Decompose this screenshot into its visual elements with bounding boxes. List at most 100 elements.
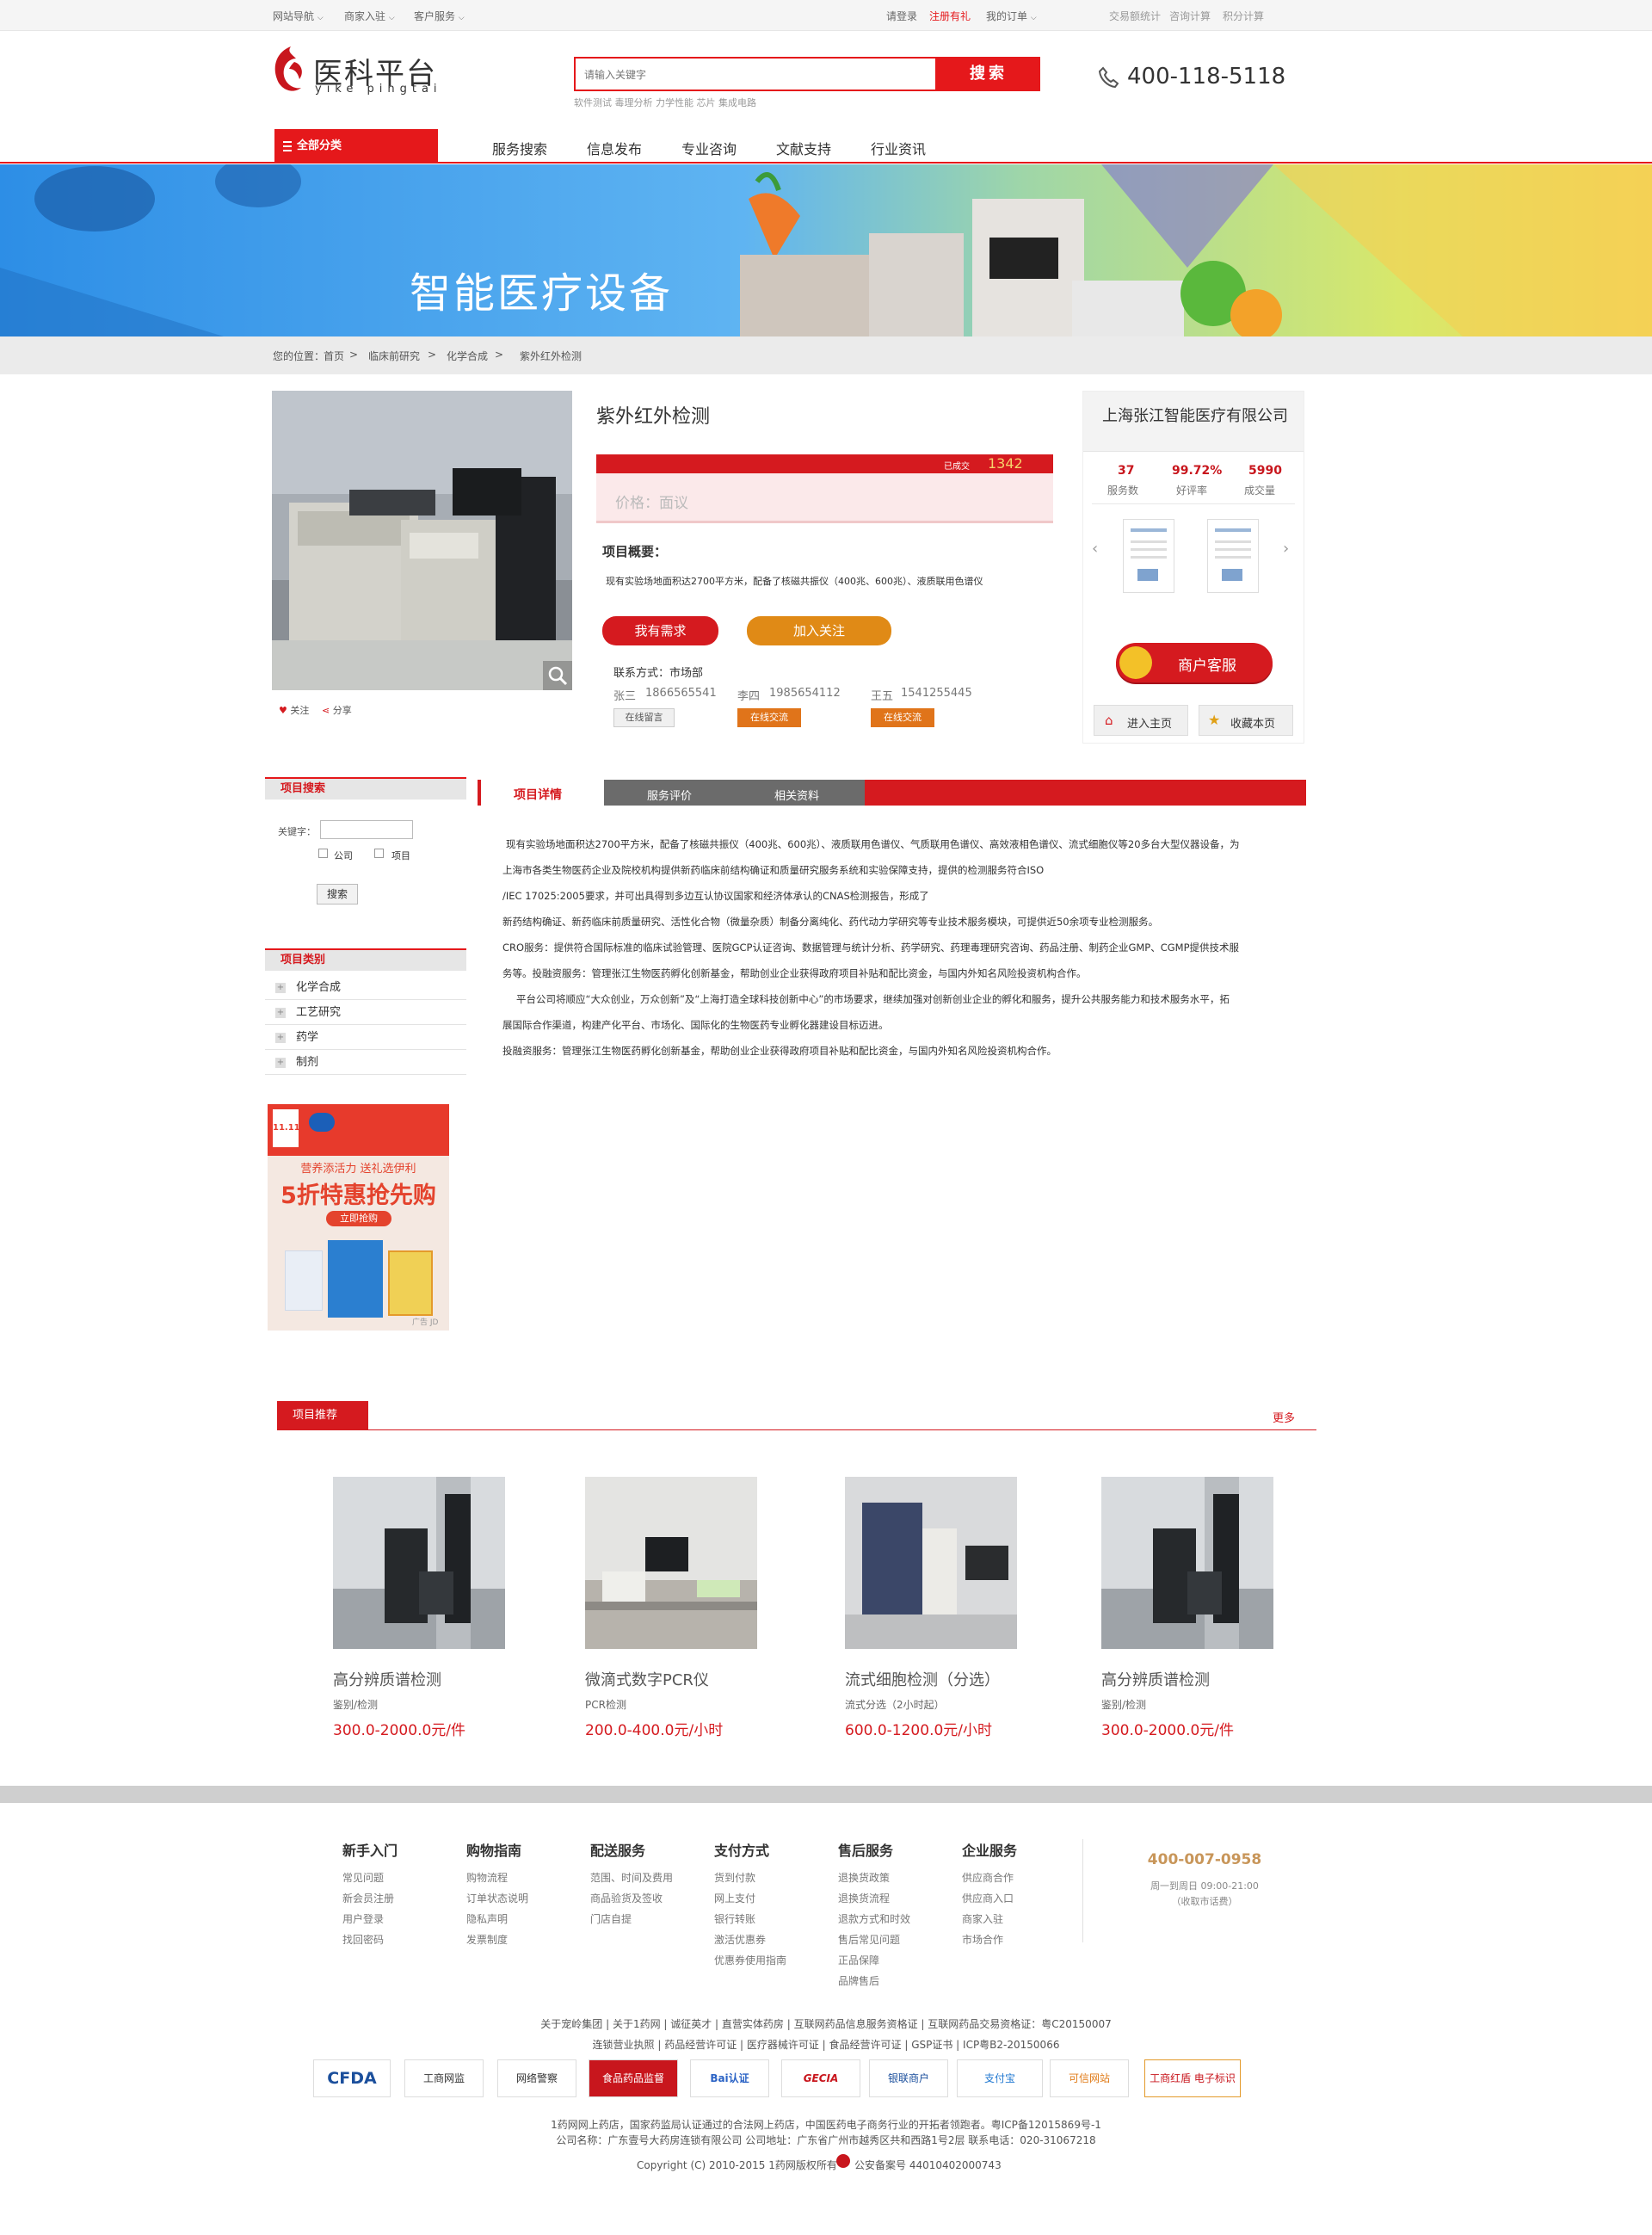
online-chat-button[interactable]: 在线交流 — [737, 708, 801, 727]
product-image[interactable] — [272, 391, 572, 690]
footer-link[interactable]: 退换货流程 — [838, 1891, 890, 1905]
merchant-join-link[interactable]: 商家入驻 ⌵ — [344, 9, 395, 23]
cert-badge[interactable]: 可信网站 — [1050, 2059, 1129, 2097]
recommend-image[interactable] — [585, 1477, 757, 1649]
hero-banner[interactable]: 智能医疗设备 — [0, 164, 1652, 336]
sidebar-category-item[interactable]: + 制剂 — [265, 1051, 466, 1075]
certificate-thumb[interactable] — [1207, 519, 1259, 593]
footer-license-row[interactable]: 连锁营业执照 | 药品经营许可证 | 医疗器械许可证 | 食品经营许可证 | G… — [0, 2037, 1652, 2052]
certificate-thumb[interactable] — [1123, 519, 1174, 593]
cert-badge[interactable]: 工商网监 — [404, 2059, 484, 2097]
sidebar-category-item[interactable]: + 工艺研究 — [265, 1001, 466, 1025]
nav-item-consulting[interactable]: 专业咨询 — [681, 138, 737, 158]
cert-badge[interactable]: 银联商户 — [869, 2059, 948, 2097]
footer-links-row[interactable]: 关于宠岭集团 | 关于1药网 | 诚征英才 | 直营实体药房 | 互联网药品信息… — [0, 2016, 1652, 2031]
sidebar-category-item[interactable]: + 药学 — [265, 1026, 466, 1050]
follow-link[interactable]: ♥ 关注 — [279, 703, 309, 717]
search-input[interactable] — [584, 66, 920, 83]
chevron-left-icon[interactable]: ‹ — [1092, 540, 1098, 558]
recommend-name[interactable]: 微滴式数字PCR仪 — [585, 1668, 709, 1690]
cert-badge[interactable]: GECIA — [781, 2059, 860, 2097]
merchant-service-button[interactable]: 商户客服 — [1116, 643, 1273, 682]
hot-keywords[interactable]: 软件测试 毒理分析 力学性能 芯片 集成电路 — [574, 96, 756, 109]
recommend-name[interactable]: 流式细胞检测（分选） — [845, 1668, 1000, 1690]
footer-link[interactable]: 货到付款 — [714, 1870, 755, 1885]
online-message-button[interactable]: 在线留言 — [613, 708, 675, 727]
login-link[interactable]: 请登录 — [886, 9, 917, 23]
online-chat-button[interactable]: 在线交流 — [871, 708, 934, 727]
footer-link[interactable]: 供应商入口 — [962, 1891, 1014, 1905]
footer-link[interactable]: 订单状态说明 — [466, 1891, 528, 1905]
recommend-card[interactable]: 微滴式数字PCR仪 PCR检测 200.0-400.0元/小时 — [585, 1477, 792, 1744]
footer-link[interactable]: 网上支付 — [714, 1891, 755, 1905]
breadcrumb-home[interactable]: 首页 — [324, 349, 344, 363]
cert-badge[interactable]: 食品药品监督 — [589, 2059, 678, 2097]
tab-project-detail[interactable]: 项目详情 — [478, 780, 604, 806]
footer-link[interactable]: 隐私声明 — [466, 1911, 508, 1926]
footer-link[interactable]: 新会员注册 — [342, 1891, 394, 1905]
all-categories-button[interactable]: 全部分类 — [274, 129, 438, 164]
sidebar-search-button[interactable]: 搜索 — [317, 884, 358, 904]
footer-link[interactable]: 范围、时间及费用 — [590, 1870, 673, 1885]
recommend-image[interactable] — [845, 1477, 1017, 1649]
footer-link[interactable]: 激活优惠券 — [714, 1932, 766, 1947]
sidebar-ad[interactable]: 11.11 营养添活力 送礼选伊利 5折特惠抢先购 立即抢购 广告 JD — [268, 1104, 449, 1331]
customer-service-link[interactable]: 客户服务 ⌵ — [414, 9, 465, 23]
footer-link[interactable]: 市场合作 — [962, 1932, 1003, 1947]
points-count-link[interactable]: 积分计算 — [1223, 9, 1264, 23]
cert-badge[interactable]: 网络警察 — [497, 2059, 576, 2097]
recommend-more-link[interactable]: 更多 — [1273, 1409, 1295, 1425]
enter-homepage-button[interactable]: ⌂ 进入主页 — [1094, 705, 1188, 736]
nav-item-info-publish[interactable]: 信息发布 — [587, 138, 642, 158]
footer-link[interactable]: 售后常见问题 — [838, 1932, 900, 1947]
footer-link[interactable]: 购物流程 — [466, 1870, 508, 1885]
cert-badge[interactable]: Bai认证 — [690, 2059, 769, 2097]
footer-link[interactable]: 用户登录 — [342, 1911, 384, 1926]
footer-link[interactable]: 供应商合作 — [962, 1870, 1014, 1885]
footer-link[interactable]: 优惠券使用指南 — [714, 1953, 786, 1967]
search-button[interactable]: 搜索 — [937, 57, 1040, 91]
footer-link[interactable]: 常见问题 — [342, 1870, 384, 1885]
register-link[interactable]: 注册有礼 — [929, 9, 971, 23]
footer-link[interactable]: 退换货政策 — [838, 1870, 890, 1885]
trade-stats-link[interactable]: 交易额统计 — [1109, 9, 1161, 23]
tab-related-docs[interactable]: 相关资料 — [731, 780, 865, 806]
chevron-right-icon[interactable]: › — [1283, 540, 1289, 558]
my-orders-link[interactable]: 我的订单 ⌵ — [986, 9, 1037, 23]
bookmark-page-button[interactable]: ★ 收藏本页 — [1199, 705, 1293, 736]
footer-link[interactable]: 找回密码 — [342, 1932, 384, 1947]
logo-icon[interactable] — [268, 43, 308, 98]
footer-link[interactable]: 发票制度 — [466, 1932, 508, 1947]
nav-item-literature[interactable]: 文献支持 — [776, 138, 831, 158]
company-name[interactable]: 上海张江智能医疗有限公司 — [1102, 404, 1288, 426]
breadcrumb-chemistry[interactable]: 化学合成 — [447, 349, 488, 363]
recommend-image[interactable] — [1101, 1477, 1273, 1649]
recommend-card[interactable]: 高分辨质谱检测 鉴别/检测 300.0-2000.0元/件 — [1101, 1477, 1308, 1744]
cert-badge[interactable]: CFDA — [313, 2059, 391, 2097]
cert-badge[interactable]: 工商红盾 电子标识 — [1144, 2059, 1241, 2097]
footer-link[interactable]: 正品保障 — [838, 1953, 879, 1967]
recommend-card[interactable]: 高分辨质谱检测 鉴别/检测 300.0-2000.0元/件 — [333, 1477, 539, 1744]
demand-button[interactable]: 我有需求 — [602, 616, 718, 645]
follow-button[interactable]: 加入关注 — [747, 616, 891, 645]
footer-link[interactable]: 银行转账 — [714, 1911, 755, 1926]
recommend-card[interactable]: 流式细胞检测（分选） 流式分选（2小时起） 600.0-1200.0元/小时 — [845, 1477, 1051, 1744]
share-link[interactable]: ⋖ 分享 — [322, 703, 352, 717]
footer-link[interactable]: 品牌售后 — [838, 1973, 879, 1988]
recommend-image[interactable] — [333, 1477, 505, 1649]
footer-link[interactable]: 商家入驻 — [962, 1911, 1003, 1926]
sidebar-category-item[interactable]: + 化学合成 — [265, 976, 466, 1000]
keyword-input[interactable] — [320, 820, 413, 839]
project-checkbox[interactable] — [374, 849, 384, 858]
company-checkbox[interactable] — [318, 849, 328, 858]
consult-count-link[interactable]: 咨询计算 — [1169, 9, 1211, 23]
ad-cta-button[interactable]: 立即抢购 — [326, 1211, 391, 1226]
footer-link[interactable]: 门店自提 — [590, 1911, 632, 1926]
zoom-icon[interactable] — [543, 661, 572, 690]
tab-service-reviews[interactable]: 服务评价 — [604, 780, 731, 806]
cert-badge[interactable]: 支付宝 — [957, 2059, 1043, 2097]
breadcrumb-preclinical[interactable]: 临床前研究 — [368, 349, 420, 363]
footer-link[interactable]: 退款方式和时效 — [838, 1911, 910, 1926]
nav-item-service-search[interactable]: 服务搜索 — [492, 138, 547, 158]
recommend-name[interactable]: 高分辨质谱检测 — [1101, 1668, 1210, 1690]
